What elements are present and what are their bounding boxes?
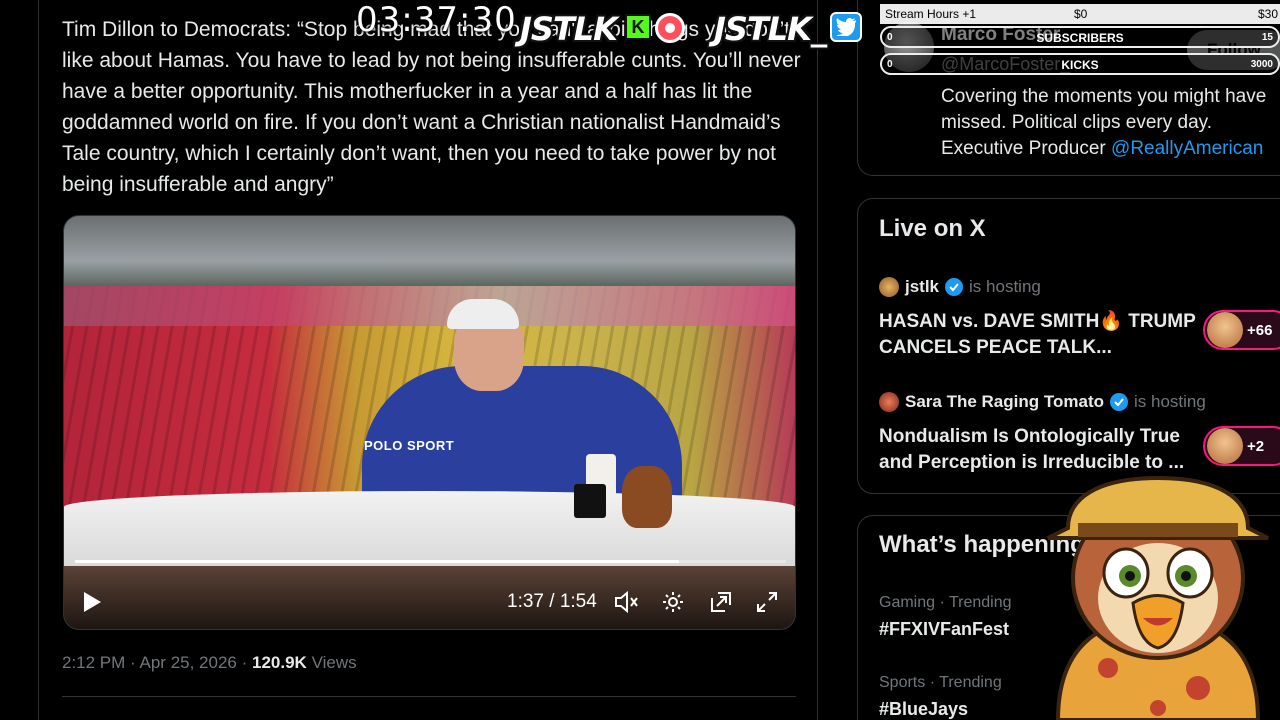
listener-avatar <box>1207 428 1243 464</box>
host-status: is hosting <box>1134 392 1206 411</box>
tweet-date[interactable]: Apr 25, 2026 <box>140 653 237 672</box>
host-avatar <box>879 392 899 412</box>
goal-header-min: $0 <box>1074 7 1088 21</box>
tweet-time[interactable]: 2:12 PM <box>62 653 125 672</box>
video-frame-sky <box>64 216 795 291</box>
picture-in-picture-icon[interactable] <box>708 588 734 616</box>
video-frame-table <box>64 491 795 571</box>
bio-line: Executive Producer @ReallyAmerican <box>941 136 1280 162</box>
goal-max: 15 <box>1261 32 1273 43</box>
goal-header-max: $30 <box>1257 7 1278 21</box>
play-icon[interactable] <box>78 588 106 616</box>
settings-gear-icon[interactable] <box>660 588 686 616</box>
host-status: is hosting <box>969 277 1041 296</box>
stream-brand-left: JSTLK <box>520 10 618 48</box>
video-progress-bar[interactable] <box>75 560 786 563</box>
record-icon <box>655 13 685 43</box>
subscribers-goal-bar: 0 SUBSCRIBERS 15 <box>880 26 1280 48</box>
trend-name[interactable]: #BlueJays <box>879 699 968 720</box>
kicks-goal-bar: 0 KICKS 3000 <box>880 53 1280 75</box>
volume-icon[interactable] <box>614 588 640 616</box>
stream-clock: 03:37:30 <box>356 0 517 40</box>
video-frame-shirt-text: POLO SPORT <box>364 438 455 453</box>
bio-line: missed. Political clips every day. <box>941 112 1213 133</box>
video-controls: 1:37 / 1:54 <box>64 576 795 626</box>
video-frame-cap <box>447 299 519 329</box>
goal-max: 3000 <box>1250 59 1273 70</box>
stream-brand-right: JSTLK_ <box>714 10 827 48</box>
verified-badge-icon <box>1110 393 1128 411</box>
column-divider-middle <box>817 0 818 720</box>
video-player[interactable]: POLO SPORT 1:37 / 1:54 <box>63 215 796 630</box>
tweet-views-label: Views <box>311 653 357 672</box>
listener-avatar <box>1207 312 1243 348</box>
host-avatar <box>879 277 899 297</box>
goal-label: KICKS <box>1061 58 1099 72</box>
host-name: Sara The Raging Tomato <box>905 392 1104 411</box>
space-listeners-pill[interactable]: +66 <box>1203 310 1280 350</box>
host-name: jstlk <box>905 277 940 296</box>
goal-label: SUBSCRIBERS <box>1036 31 1124 45</box>
video-time-display: 1:37 / 1:54 <box>507 591 597 612</box>
profile-bio: Covering the moments you might have miss… <box>941 84 1280 162</box>
meta-separator: · <box>241 653 248 672</box>
space-host-row[interactable]: jstlk is hosting <box>879 277 1041 297</box>
stream-goals-widget: Stream Hours +1 $0 $30 0 SUBSCRIBERS 15 … <box>880 4 1280 76</box>
video-frame-plush-dog <box>622 466 672 528</box>
verified-badge-icon <box>945 278 964 296</box>
space-title[interactable]: HASAN vs. DAVE SMITH🔥 TRUMP CANCELS PEAC… <box>879 309 1199 361</box>
bio-link[interactable]: @ReallyAmerican <box>1111 138 1263 159</box>
space-host-row[interactable]: Sara The Raging Tomato is hosting <box>879 392 1206 412</box>
column-divider-left <box>38 0 39 720</box>
trend-name[interactable]: #FFXIVFanFest <box>879 619 1009 640</box>
video-progress-fill <box>75 560 680 563</box>
video-frame-field-far <box>64 286 795 326</box>
trend-category: Sports · Trending <box>879 674 1002 691</box>
goal-header: Stream Hours +1 $0 $30 <box>880 4 1280 24</box>
twitter-bird-icon <box>830 12 862 42</box>
listener-count: +2 <box>1247 437 1265 455</box>
tweet-views-count: 120.9K <box>252 653 307 672</box>
trend-category: Gaming · Trending <box>879 594 1012 611</box>
tweet-meta: 2:12 PM · Apr 25, 2026 · 120.9K Views <box>62 653 357 673</box>
live-section-title: Live on X <box>879 215 986 242</box>
fullscreen-icon[interactable] <box>754 588 780 616</box>
meta-separator: · <box>130 653 136 672</box>
video-frame-mug <box>574 484 606 518</box>
tweet-divider <box>62 696 796 697</box>
kick-logo-icon: K <box>625 14 651 40</box>
listener-count: +66 <box>1247 321 1273 339</box>
goal-header-label: Stream Hours +1 <box>885 7 977 21</box>
bio-prefix: Executive Producer <box>941 138 1112 159</box>
tweet-text: Tim Dillon to Democrats: “Stop being mad… <box>62 18 801 196</box>
space-listeners-pill[interactable]: +2 <box>1203 426 1280 466</box>
bio-line: Covering the moments you might have <box>941 86 1267 107</box>
bird-mascot-overlay <box>1047 475 1269 720</box>
